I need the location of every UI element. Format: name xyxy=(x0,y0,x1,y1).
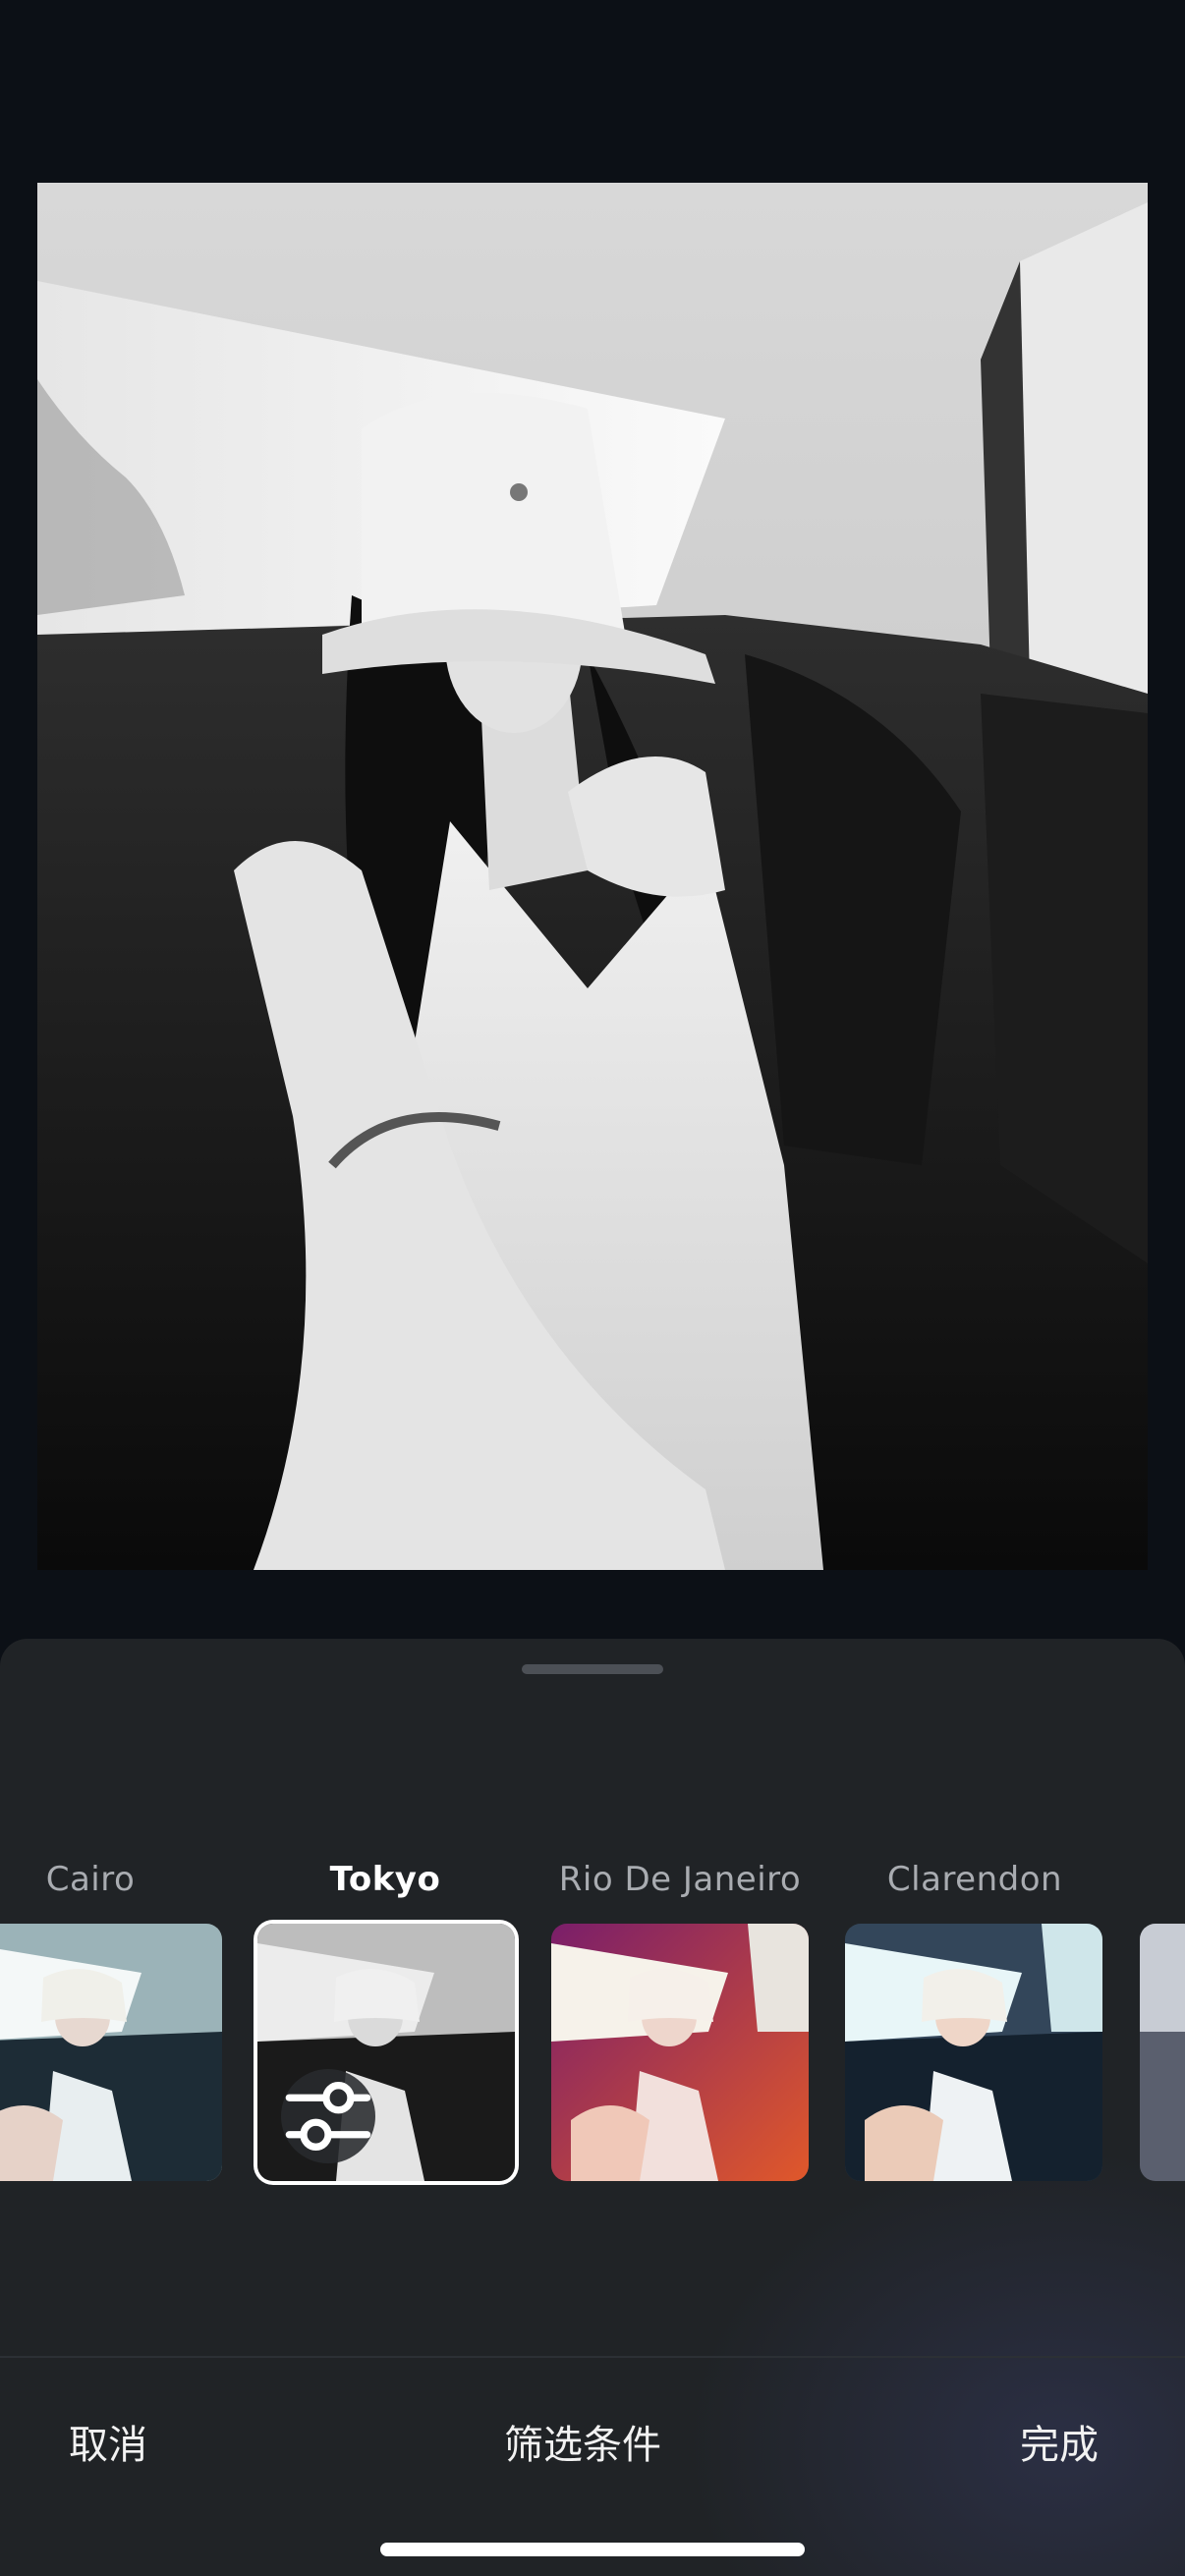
done-button[interactable]: 完成 xyxy=(1020,2413,1099,2470)
filter-editor-screen: Cairo Tokyo Rio De Janeiro Clarendon 取消 … xyxy=(0,0,1185,2576)
sheet-grabber[interactable] xyxy=(522,1664,663,1674)
filter-label-rio-de-janeiro: Rio De Janeiro xyxy=(558,1860,802,1899)
bottom-bar-divider xyxy=(0,2356,1185,2358)
sliders-icon[interactable] xyxy=(281,2069,375,2163)
filter-sheet: Cairo Tokyo Rio De Janeiro Clarendon 取消 … xyxy=(0,1639,1185,2576)
home-indicator xyxy=(380,2543,805,2556)
filter-thumb-tokyo[interactable] xyxy=(257,1924,515,2181)
filter-label-tokyo: Tokyo xyxy=(329,1860,441,1899)
filter-thumb-cairo[interactable] xyxy=(0,1924,222,2181)
photo-preview xyxy=(37,183,1148,1570)
page-title: 筛选条件 xyxy=(504,2423,661,2468)
filter-thumb-rio-de-janeiro[interactable] xyxy=(551,1924,809,2181)
filter-label-cairo: Cairo xyxy=(45,1860,136,1899)
filter-thumb-next[interactable] xyxy=(1140,1924,1185,2181)
filter-thumb-clarendon[interactable] xyxy=(845,1924,1102,2181)
filter-label-clarendon: Clarendon xyxy=(886,1860,1063,1899)
cancel-button[interactable]: 取消 xyxy=(69,2413,147,2470)
